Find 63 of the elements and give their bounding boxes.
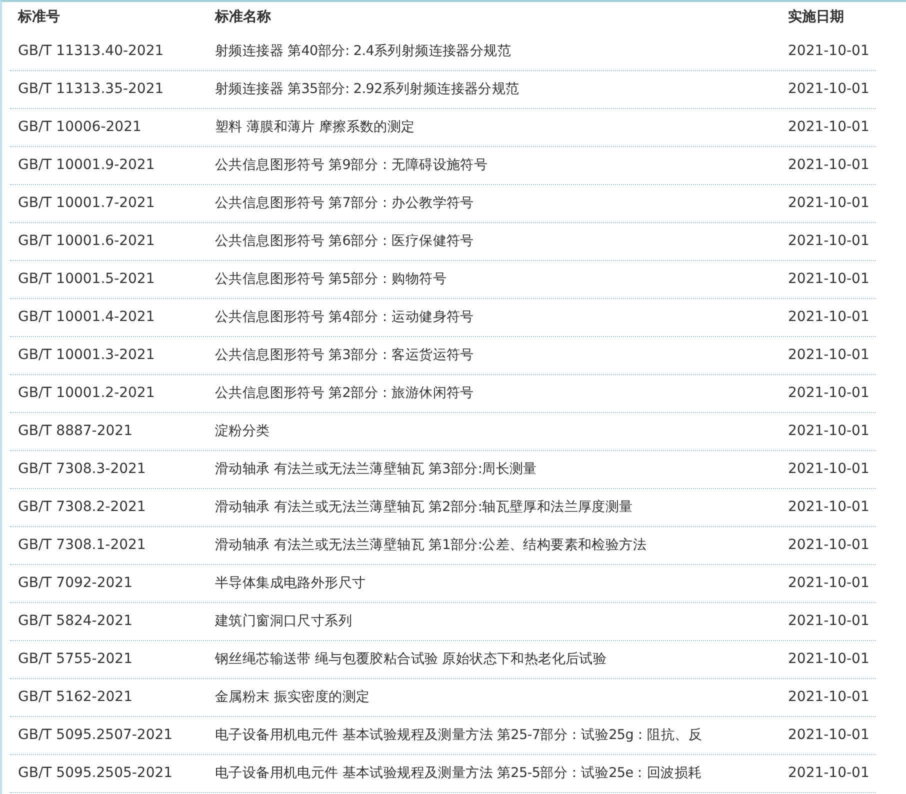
table-cell-text: 2021-10-01 [787,688,870,707]
table-cell-text: 金属粉末 振实密度的测定 [214,688,371,708]
table-cell-text: 塑料 薄膜和薄片 摩擦系数的测定 [214,118,416,138]
table-cell-text: 公共信息图形符号 第4部分：运动健身符号 [214,308,475,328]
table-cell-text: 滑动轴承 有法兰或无法兰薄壁轴瓦 第1部分:公差、结构要素和检验方法 [214,536,648,556]
table-cell-text: 公共信息图形符号 第3部分：客运货运符号 [214,346,475,366]
table-cell-text: 2021-10-01 [787,498,870,517]
column-header: 实施日期 [787,8,844,26]
table-cell-text: 公共信息图形符号 第7部分：办公教学符号 [214,194,475,214]
table-cell-text: GB/T 7308.1-2021 [17,536,147,555]
table-cell-text: 公共信息图形符号 第6部分：医疗保健符号 [214,232,475,252]
table-cell-text: GB/T 11313.40-2021 [17,42,165,60]
table-cell-text: 公共信息图形符号 第5部分：购物符号 [214,270,448,290]
table-cell-text: 射频连接器 第40部分: 2.4系列射频连接器分规范 [214,42,512,61]
table-cell-text: 2021-10-01 [787,156,870,175]
table-cell-text: 电子设备用机电元件 基本试验规程及测量方法 第25-7部分：试验25g：阻抗、反 [214,726,703,746]
table-cell-text: GB/T 10006-2021 [17,118,142,137]
table-cell-text: 2021-10-01 [787,536,870,555]
table-cell-text: 2021-10-01 [787,422,870,441]
table-cell-text: 2021-10-01 [787,574,870,593]
table-cell-text: GB/T 7092-2021 [17,574,134,593]
table-cell-text: 2021-10-01 [787,384,870,403]
table-cell-text: GB/T 10001.2-2021 [17,384,156,403]
table-cell-text: 2021-10-01 [787,270,870,289]
table-cell-text: 滑动轴承 有法兰或无法兰薄壁轴瓦 第2部分:轴瓦壁厚和法兰厚度测量 [214,498,634,518]
table-cell-text: 2021-10-01 [787,118,870,137]
table-cell-text: GB/T 5162-2021 [17,688,134,707]
table-cell-text: GB/T 10001.4-2021 [17,308,156,327]
table-cell-text: 公共信息图形符号 第2部分：旅游休闲符号 [214,384,475,404]
table-cell-text: 2021-10-01 [787,764,870,783]
table-cell-text: 2021-10-01 [787,612,870,631]
table-cell-text: 2021-10-01 [787,194,870,213]
table-cell-text: 2021-10-01 [787,232,870,251]
table-cell-text: GB/T 10001.9-2021 [17,156,156,175]
column-header: 标准号 [16,8,61,26]
table-cell-text: 公共信息图形符号 第9部分：无障碍设施符号 [214,156,489,176]
table-cell-text: GB/T 5095.2505-2021 [17,764,174,783]
table-cell-text: 2021-10-01 [787,308,870,327]
table-cell-text: 电子设备用机电元件 基本试验规程及测量方法 第25-5部分：试验25e：回波损耗 [214,764,703,784]
table-cell-text: GB/T 5095.2507-2021 [17,726,174,745]
table-cell-text: 建筑门窗洞口尺寸系列 [214,612,354,632]
table-cell-text: 2021-10-01 [787,346,870,365]
column-header: 标准名称 [214,8,272,26]
table-cell-text: 2021-10-01 [787,650,870,669]
table-cell-text: GB/T 5755-2021 [17,650,134,669]
table-cell-text: GB/T 7308.2-2021 [17,498,147,517]
table-cell-text: 淀粉分类 [214,422,271,442]
table-cell-text: GB/T 7308.3-2021 [17,460,147,479]
table-cell-text: 半导体集成电路外形尺寸 [214,574,367,594]
table-cell-text: GB/T 8887-2021 [17,422,134,441]
table-cell-text: 射频连接器 第35部分: 2.92系列射频连接器分规范 [214,80,520,100]
table-cell-text: 2021-10-01 [787,42,870,60]
table-cell-text: GB/T 10001.6-2021 [17,232,156,251]
table-cell-text: 2021-10-01 [787,726,870,745]
table-cell-text: 滑动轴承 有法兰或无法兰薄壁轴瓦 第3部分:周长测量 [214,460,538,480]
table-cell-text: GB/T 5824-2021 [17,612,134,631]
table-cell-text: GB/T 11313.35-2021 [17,80,165,99]
table-cell-text: 钢丝绳芯输送带 绳与包覆胶粘合试验 原始状态下和热老化后试验 [214,650,608,670]
table-cell-text: 2021-10-01 [787,460,870,479]
table-cell-text: GB/T 10001.3-2021 [17,346,156,365]
table-cell-text: 2021-10-01 [787,80,870,99]
table-cell-text: GB/T 10001.7-2021 [17,194,156,213]
table-cell-text: GB/T 10001.5-2021 [17,270,156,289]
